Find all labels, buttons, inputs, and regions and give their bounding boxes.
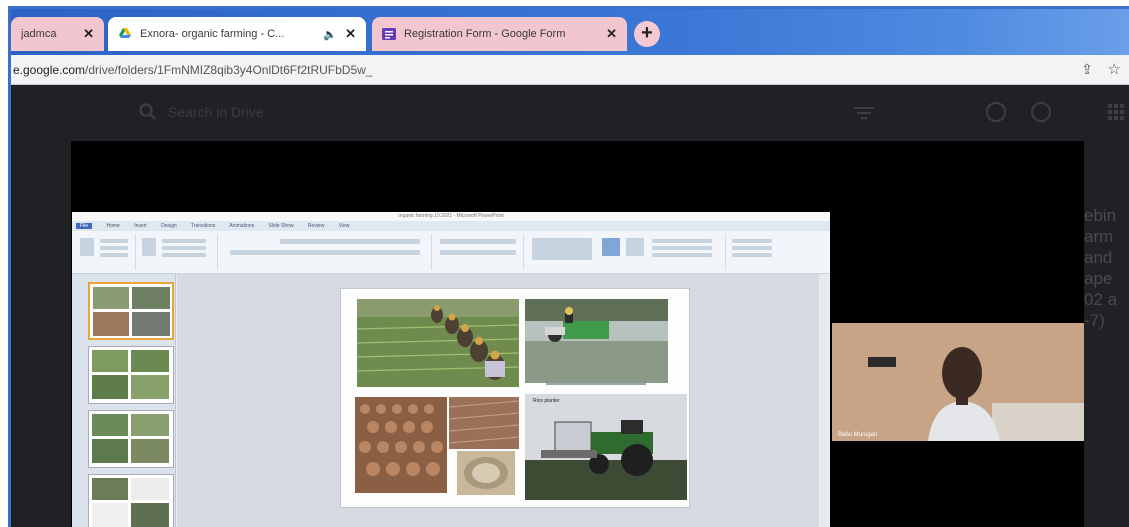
ribbon-group-clipboard [74,234,136,270]
ribbon-group-drawing [526,234,726,270]
ribbon-tab-review[interactable]: Review [308,223,324,229]
url-path: /drive/folders/1FmNMIZ8qib3y4OnlDt6Ff2tR… [85,63,373,77]
slide-thumbnail[interactable] [88,346,174,404]
address-bar[interactable]: e.google.com/drive/folders/1FmNMIZ8qib3y… [11,55,1129,85]
tab-registration-form[interactable]: Registration Form - Google Form ✕ [372,17,627,51]
tab-label: Registration Form - Google Form [404,28,566,40]
details-line: -7) [1084,311,1105,330]
tab-strip: jadmca ✕ Exnora- organic farming - C... … [11,9,1129,55]
ribbon [72,231,830,274]
drive-search-input[interactable]: Search in Drive [168,104,264,120]
ribbon-group-slides [138,234,218,270]
current-slide[interactable]: Rice planter [340,288,690,508]
url-text[interactable]: e.google.com/drive/folders/1FmNMIZ8qib3y… [13,63,372,77]
ribbon-group-paragraph [434,234,524,270]
tab-close-icon[interactable]: ✕ [83,26,94,42]
google-drive-icon [119,28,131,38]
search-icon[interactable] [138,102,158,122]
slide-editing-area: Rice planter [177,274,827,527]
tab-jadmca[interactable]: jadmca ✕ [11,17,104,51]
photo-caption-line [546,383,646,385]
presenter-video-frame [832,323,1084,441]
tab-label: Exnora- organic farming - C... [140,28,285,40]
seedling-trays-photo [355,397,447,493]
apps-grid-icon[interactable] [1108,104,1124,120]
ribbon-tab-home[interactable]: Home [106,223,119,229]
ribbon-tab-insert[interactable]: Insert [134,223,147,229]
ribbon-tab-transitions[interactable]: Transitions [191,223,215,229]
slide-thumbnail[interactable] [88,410,174,468]
slide-thumbnail[interactable] [88,282,174,340]
drive-header: Search in Drive [11,86,1129,144]
ribbon-tab-view[interactable]: View [339,223,350,229]
slide-thumbnail[interactable] [88,474,174,527]
rice-planter-tractor-photo: Rice planter [525,394,687,500]
rice-planting-photo [357,299,519,387]
ribbon-tab-slide-show[interactable]: Slide Show [269,223,294,229]
browser-window: jadmca ✕ Exnora- organic farming - C... … [8,6,1129,527]
participant-name: Babu Murugan [838,432,878,438]
ribbon-tab-design[interactable]: Design [161,223,177,229]
tab-label: jadmca [21,28,57,40]
tab-close-icon[interactable]: ✕ [345,26,356,42]
ribbon-tabs: File Home Insert Design Transitions Anim… [72,221,830,231]
bookmark-star-icon[interactable]: ☆ [1108,60,1121,78]
google-forms-icon [382,28,396,40]
filter-icon[interactable] [854,106,874,120]
nursery-mat-photo [449,397,519,449]
new-tab-button[interactable]: + [634,21,660,47]
details-line: 02 a [1084,290,1118,309]
details-line: ape [1084,269,1113,288]
transplanter-machine-photo [525,299,668,383]
speaker-icon[interactable]: 🔈 [323,28,337,41]
slide-thumbnail-panel [72,274,176,527]
tab-exnora-organic-farming[interactable]: Exnora- organic farming - C... 🔈 ✕ [108,17,366,51]
url-host: e.google.com [13,63,86,77]
details-line: ebin [1084,206,1117,225]
settings-icon[interactable] [1031,102,1051,122]
tab-close-icon[interactable]: ✕ [606,26,617,42]
seeds-closeup-photo [457,451,515,495]
share-icon[interactable]: ⇪ [1081,61,1093,78]
ribbon-group-editing [728,234,788,270]
help-icon[interactable] [986,102,1006,122]
details-line: arm [1084,227,1114,246]
ribbon-tab-file[interactable]: File [76,223,93,229]
drive-details-text: ebin arm and ape 02 a -7) [1084,205,1129,331]
ribbon-tab-animations[interactable]: Animations [229,223,254,229]
details-line: and [1084,248,1113,267]
ribbon-group-font [220,234,432,270]
photo-label: Rice planter [533,398,560,404]
presenter-webcam: Babu Murugan [832,323,1084,441]
powerpoint-window: organic farming 10.2021 - Microsoft Powe… [72,212,830,527]
vertical-scrollbar[interactable] [819,274,827,527]
powerpoint-title: organic farming 10.2021 - Microsoft Powe… [72,212,830,221]
